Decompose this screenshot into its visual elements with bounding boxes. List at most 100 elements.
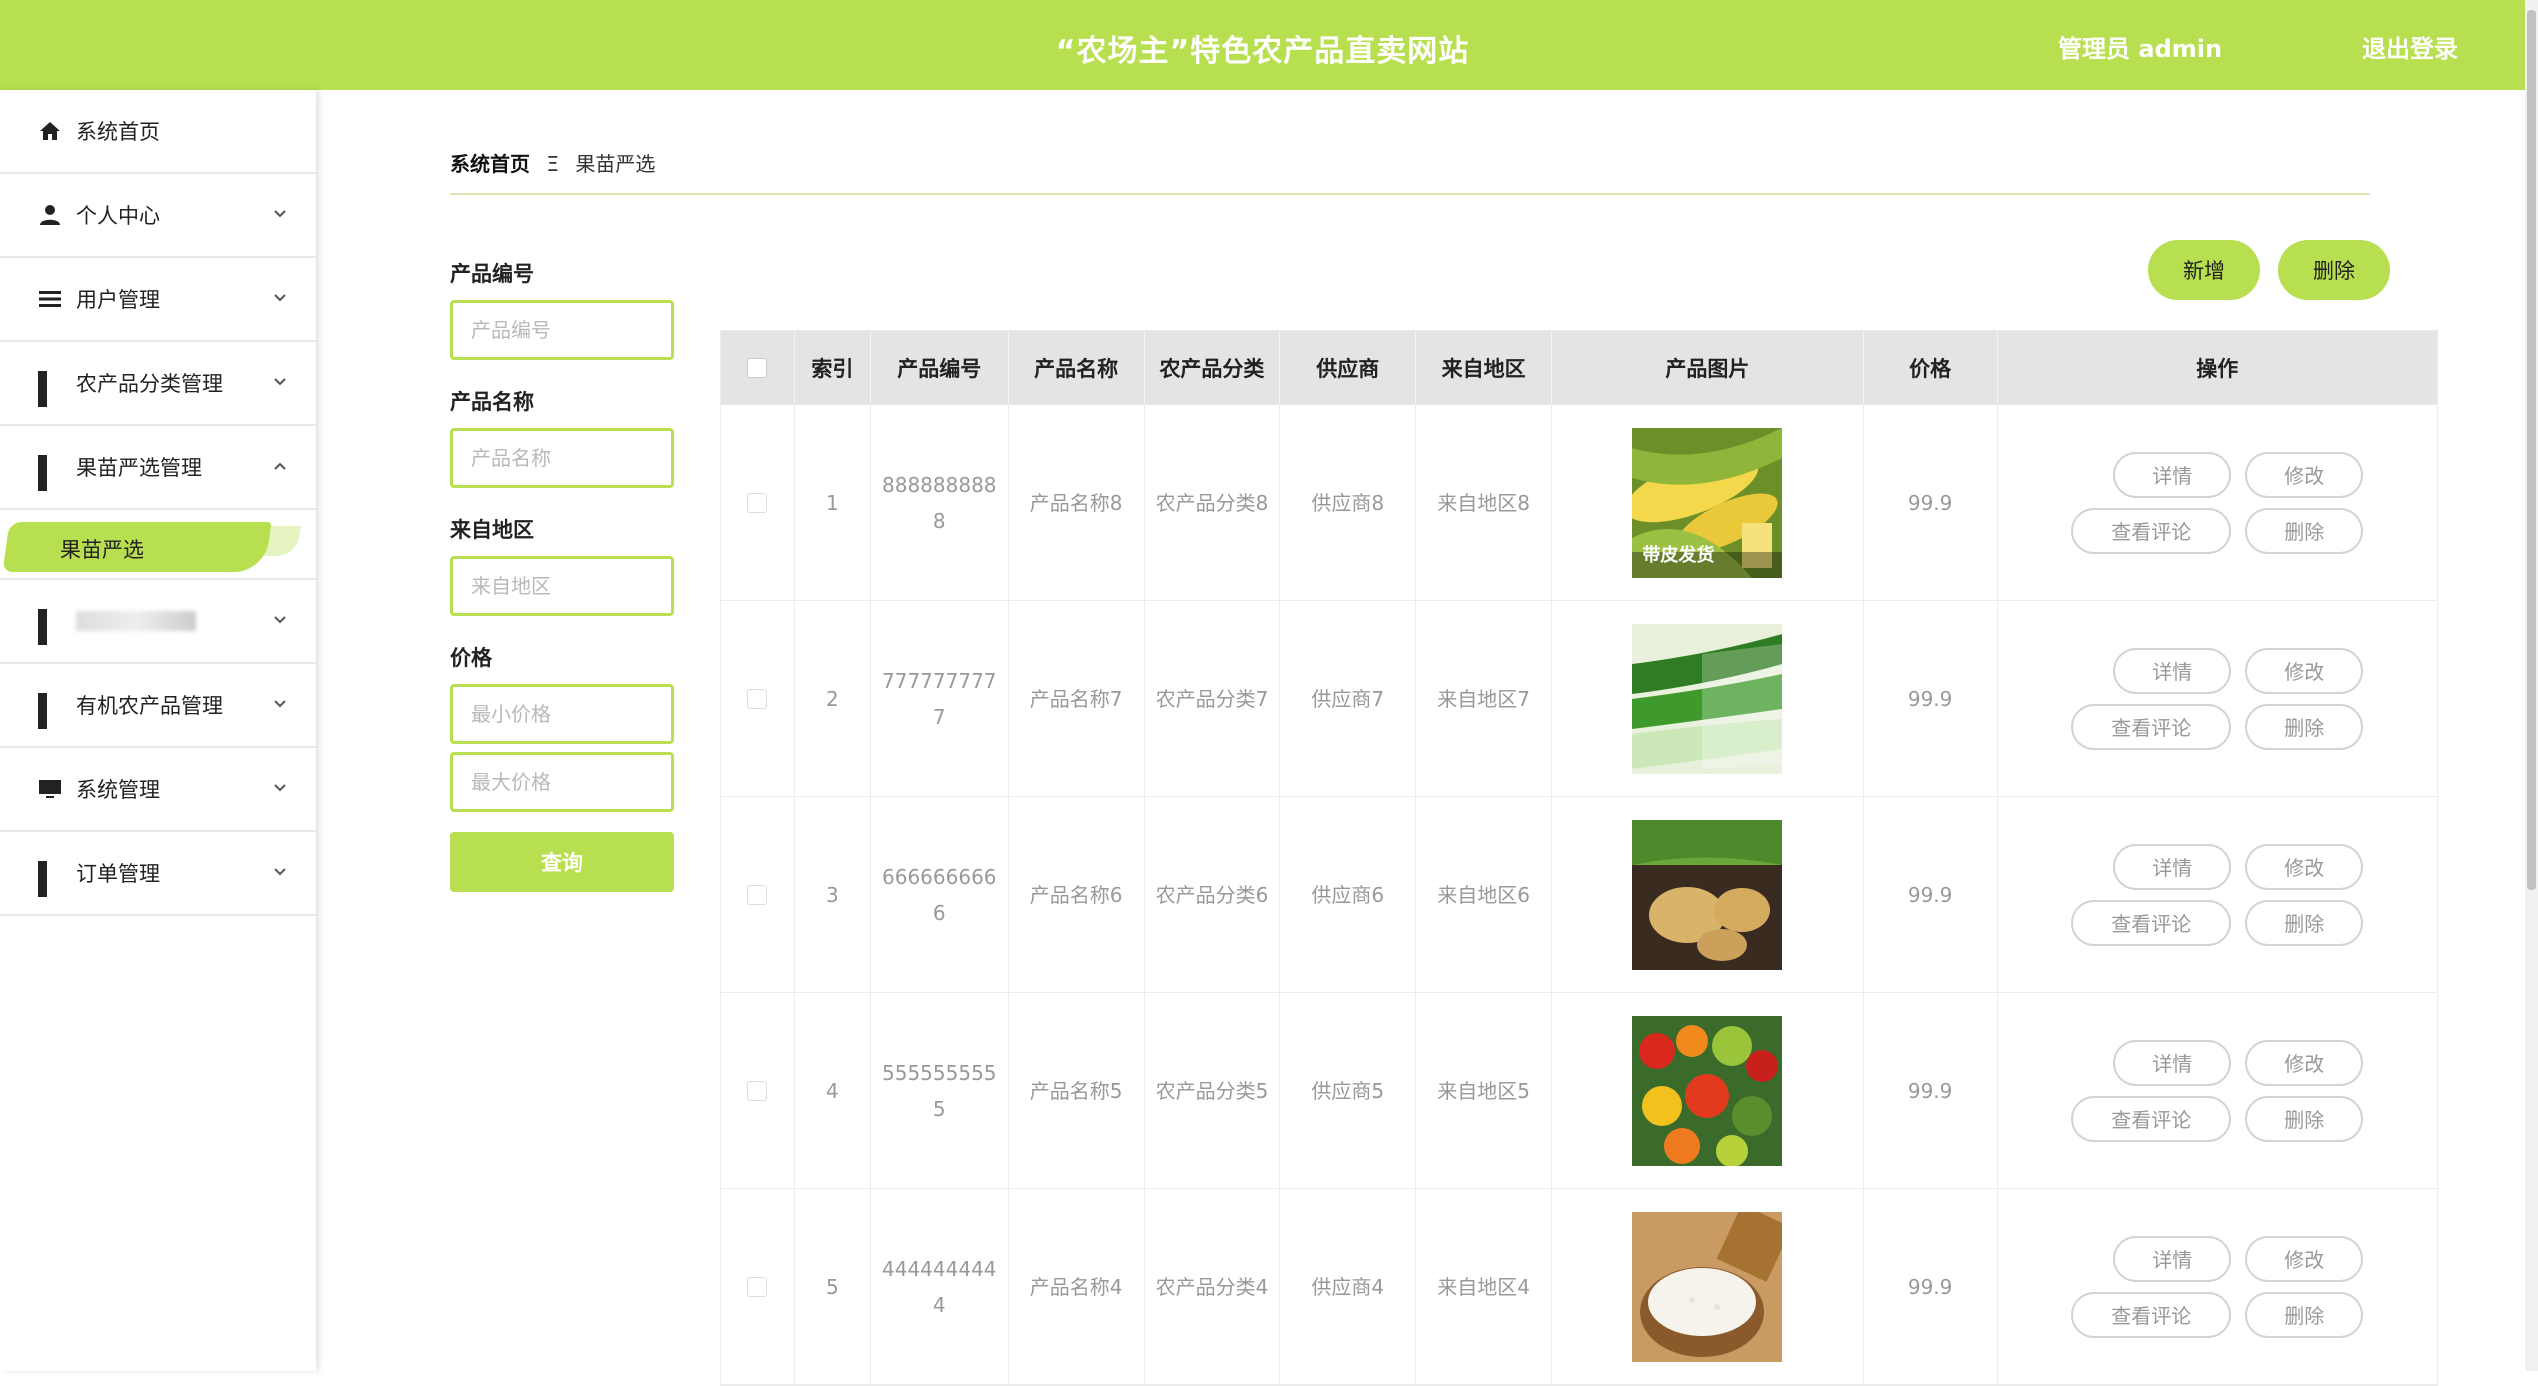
sidebar-item-label: 农产品分类管理 — [76, 372, 223, 396]
sidebar-item-home[interactable]: 系统首页 — [0, 90, 316, 174]
cell-price: 99.9 — [1864, 993, 1998, 1188]
chevron-down-icon — [274, 294, 286, 302]
row-checkbox[interactable] — [747, 1080, 768, 1101]
code-input[interactable] — [450, 300, 674, 360]
sidebar-item-user-management[interactable]: 用户管理 — [0, 258, 316, 342]
cell-region: 来自地区5 — [1416, 993, 1553, 1188]
table-row: 1 8888888888 产品名称8 农产品分类8 供应商8 来自地区8 带皮发… — [721, 405, 2437, 601]
cell-category: 农产品分类5 — [1145, 993, 1281, 1188]
cell-name: 产品名称4 — [1009, 1189, 1145, 1384]
cell-code: 6666666666 — [871, 797, 1009, 992]
cell-image — [1552, 601, 1864, 796]
breadcrumb-home[interactable]: 系统首页 — [450, 152, 530, 176]
detail-button[interactable]: 详情 — [2113, 1039, 2232, 1086]
delete-row-button[interactable]: 删除 — [2245, 899, 2364, 946]
edit-button[interactable]: 修改 — [2245, 1039, 2364, 1086]
delete-row-button[interactable]: 删除 — [2245, 507, 2364, 554]
sidebar-item-label: 订单管理 — [76, 862, 160, 886]
sidebar-item-category-management[interactable]: 农产品分类管理 — [0, 342, 316, 426]
sidebar-item-system-management[interactable]: 系统管理 — [0, 748, 316, 832]
cell-category: 农产品分类8 — [1145, 405, 1281, 600]
row-checkbox[interactable] — [747, 1276, 768, 1297]
col-header-region: 来自地区 — [1416, 331, 1553, 405]
region-input[interactable] — [450, 556, 674, 616]
cell-actions: 详情 修改 查看评论 删除 — [1998, 1189, 2437, 1384]
cell-code: 5555555555 — [871, 993, 1009, 1188]
edit-button[interactable]: 修改 — [2245, 1235, 2364, 1282]
view-comments-button[interactable]: 查看评论 — [2071, 507, 2232, 554]
sidebar-item-personal-center[interactable]: 个人中心 — [0, 174, 316, 258]
edit-button[interactable]: 修改 — [2245, 451, 2364, 498]
cell-index: 5 — [795, 1189, 871, 1384]
detail-button[interactable]: 详情 — [2113, 843, 2232, 890]
grid-icon — [38, 693, 62, 729]
table-row: 3 6666666666 产品名称6 农产品分类6 供应商6 来自地区6 99.… — [721, 797, 2437, 993]
cell-image: 带皮发货 — [1552, 405, 1864, 600]
name-input[interactable] — [450, 428, 674, 488]
detail-button[interactable]: 详情 — [2113, 1235, 2232, 1282]
add-button[interactable]: 新增 — [2148, 240, 2260, 300]
region-label: 来自地区 — [450, 518, 534, 542]
detail-button[interactable]: 详情 — [2113, 647, 2232, 694]
batch-delete-button[interactable]: 删除 — [2278, 240, 2390, 300]
row-select-cell — [721, 601, 795, 796]
col-header-actions: 操作 — [2196, 357, 2239, 381]
select-all-cell — [721, 331, 795, 405]
query-button[interactable]: 查询 — [450, 832, 674, 892]
cell-category: 农产品分类4 — [1145, 1189, 1281, 1384]
cell-actions: 详情 修改 查看评论 删除 — [1998, 601, 2437, 796]
sidebar-item-redacted[interactable] — [0, 580, 316, 664]
row-checkbox[interactable] — [747, 884, 768, 905]
cell-index: 3 — [795, 797, 871, 992]
row-checkbox[interactable] — [747, 688, 768, 709]
col-header-code: 产品编号 — [871, 331, 1009, 405]
select-all-checkbox[interactable] — [747, 358, 768, 378]
code-label: 产品编号 — [450, 262, 534, 286]
sidebar-item-label: 个人中心 — [76, 204, 160, 228]
sidebar-item-label: 用户管理 — [76, 288, 160, 312]
min-price-input[interactable] — [450, 684, 674, 744]
edit-button[interactable]: 修改 — [2245, 843, 2364, 890]
page-scrollbar[interactable] — [2525, 0, 2538, 1371]
sidebar: 系统首页 个人中心 用户管理 农产品分类管理 果苗严选管理 果苗严选 有机农产品… — [0, 90, 316, 1371]
view-comments-button[interactable]: 查看评论 — [2071, 899, 2232, 946]
cell-supplier: 供应商8 — [1280, 405, 1417, 600]
delete-row-button[interactable]: 删除 — [2245, 1095, 2364, 1142]
user-icon — [38, 203, 62, 227]
cell-code: 7777777777 — [871, 601, 1009, 796]
admin-label: 管理员 admin — [2058, 35, 2223, 63]
edit-button[interactable]: 修改 — [2245, 647, 2364, 694]
col-header-supplier: 供应商 — [1280, 331, 1417, 405]
cell-region: 来自地区7 — [1416, 601, 1553, 796]
cell-code: 4444444444 — [871, 1189, 1009, 1384]
home-icon — [38, 119, 62, 143]
cell-actions: 详情 修改 查看评论 删除 — [1998, 797, 2437, 992]
top-header: “农场主”特色农产品直卖网站 管理员 admin 退出登录 — [0, 0, 2525, 90]
sidebar-item-organic-management[interactable]: 有机农产品管理 — [0, 664, 316, 748]
detail-button[interactable]: 详情 — [2113, 451, 2232, 498]
price-label: 价格 — [450, 646, 492, 670]
view-comments-button[interactable]: 查看评论 — [2071, 1095, 2232, 1142]
sidebar-item-label: 系统首页 — [76, 120, 160, 144]
row-select-cell — [721, 1189, 795, 1384]
view-comments-button[interactable]: 查看评论 — [2071, 703, 2232, 750]
sidebar-item-order-management[interactable]: 订单管理 — [0, 832, 316, 916]
sidebar-subitem-label: 果苗严选 — [60, 538, 144, 562]
scrollbar-thumb[interactable] — [2527, 10, 2536, 890]
sidebar-item-seedling-management[interactable]: 果苗严选管理 — [0, 426, 316, 510]
cell-supplier: 供应商4 — [1280, 1189, 1417, 1384]
row-checkbox[interactable] — [747, 492, 768, 513]
breadcrumb-divider — [450, 193, 2370, 195]
cell-supplier: 供应商6 — [1280, 797, 1417, 992]
sidebar-subitem-seedling[interactable]: 果苗严选 — [0, 510, 316, 580]
delete-row-button[interactable]: 删除 — [2245, 1291, 2364, 1338]
max-price-input[interactable] — [450, 752, 674, 812]
cell-price: 99.9 — [1864, 1189, 1998, 1384]
view-comments-button[interactable]: 查看评论 — [2071, 1291, 2232, 1338]
breadcrumb-separator: Ξ — [546, 152, 559, 176]
chevron-up-icon — [274, 462, 286, 470]
delete-row-button[interactable]: 删除 — [2245, 703, 2364, 750]
cell-index: 1 — [795, 405, 871, 600]
logout-link[interactable]: 退出登录 — [2362, 29, 2458, 64]
row-select-cell — [721, 405, 795, 600]
